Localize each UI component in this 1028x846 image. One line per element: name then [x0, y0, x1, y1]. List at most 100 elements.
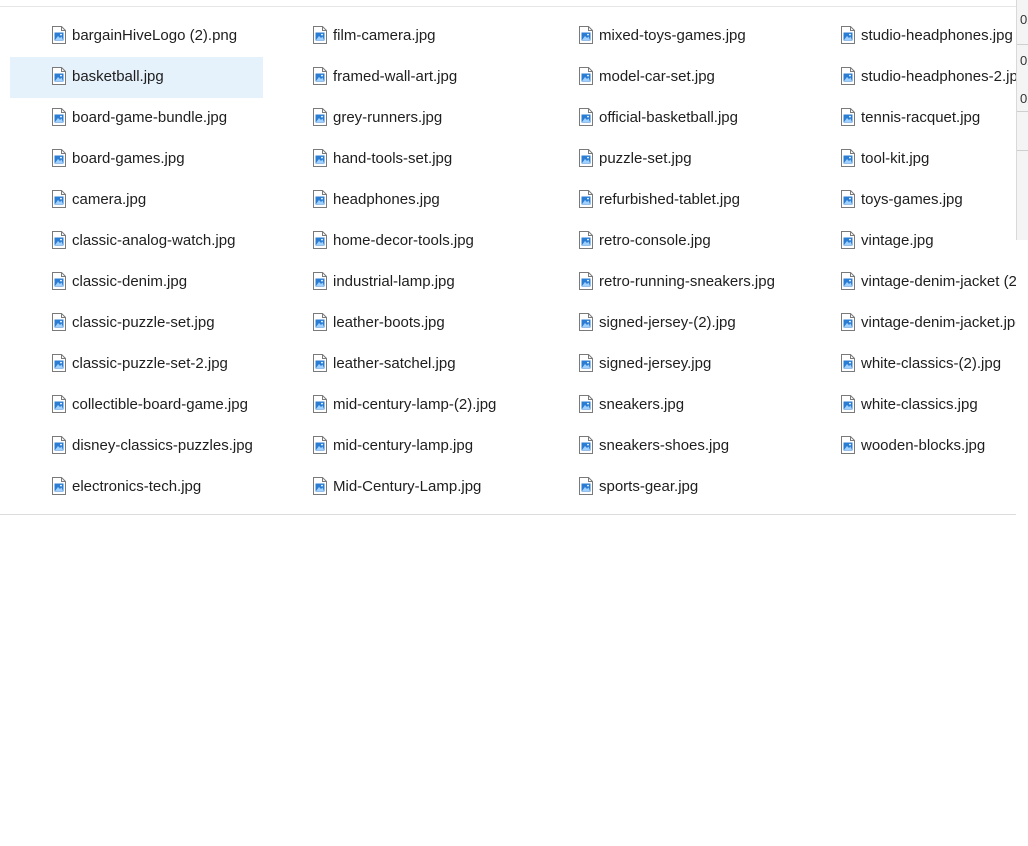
file-item[interactable]: puzzle-set.jpg: [529, 139, 786, 180]
file-item[interactable]: camera.jpg: [10, 180, 263, 221]
image-file-icon: [313, 231, 327, 249]
file-name: grey-runners.jpg: [333, 109, 443, 126]
file-name: vintage-denim-jacket (2).jpg: [861, 273, 1016, 290]
file-item[interactable]: tool-kit.jpg: [786, 139, 1016, 180]
file-item[interactable]: vintage-denim-jacket.jpg: [786, 303, 1016, 344]
file-item[interactable]: white-classics-(2).jpg: [786, 344, 1016, 385]
image-file-icon: [313, 436, 327, 454]
image-file-icon: [52, 477, 66, 495]
file-name: electronics-tech.jpg: [72, 478, 202, 495]
file-item[interactable]: classic-analog-watch.jpg: [10, 221, 263, 262]
file-item[interactable]: mid-century-lamp.jpg: [263, 426, 529, 467]
file-item[interactable]: vintage.jpg: [786, 221, 1016, 262]
image-file-icon: [841, 354, 855, 372]
file-name: film-camera.jpg: [333, 27, 436, 44]
edge-fragment: 02: [1020, 12, 1028, 27]
file-name: tool-kit.jpg: [861, 150, 930, 167]
file-name: headphones.jpg: [333, 191, 440, 208]
file-item[interactable]: signed-jersey-(2).jpg: [529, 303, 786, 344]
file-name: sneakers-shoes.jpg: [599, 437, 730, 454]
file-item[interactable]: board-games.jpg: [10, 139, 263, 180]
file-name: sports-gear.jpg: [599, 478, 699, 495]
file-item[interactable]: refurbished-tablet.jpg: [529, 180, 786, 221]
image-file-icon: [579, 477, 593, 495]
image-file-icon: [579, 395, 593, 413]
file-name: disney-classics-puzzles.jpg: [72, 437, 253, 454]
file-item[interactable]: film-camera.jpg: [263, 16, 529, 57]
file-name: retro-console.jpg: [599, 232, 711, 249]
image-file-icon: [313, 149, 327, 167]
file-item[interactable]: leather-satchel.jpg: [263, 344, 529, 385]
image-file-icon: [313, 26, 327, 44]
file-item[interactable]: white-classics.jpg: [786, 385, 1016, 426]
file-name: signed-jersey.jpg: [599, 355, 712, 372]
file-item[interactable]: mid-century-lamp-(2).jpg: [263, 385, 529, 426]
file-name: sneakers.jpg: [599, 396, 685, 413]
file-item[interactable]: bargainHiveLogo (2).png: [10, 16, 263, 57]
file-item[interactable]: tennis-racquet.jpg: [786, 98, 1016, 139]
file-item[interactable]: Mid-Century-Lamp.jpg: [263, 467, 529, 508]
image-file-icon: [313, 272, 327, 290]
file-item[interactable]: classic-puzzle-set.jpg: [10, 303, 263, 344]
file-item[interactable]: retro-running-sneakers.jpg: [529, 262, 786, 303]
file-item[interactable]: disney-classics-puzzles.jpg: [10, 426, 263, 467]
image-file-icon: [579, 26, 593, 44]
file-item[interactable]: toys-games.jpg: [786, 180, 1016, 221]
file-item[interactable]: leather-boots.jpg: [263, 303, 529, 344]
file-item[interactable]: board-game-bundle.jpg: [10, 98, 263, 139]
file-item[interactable]: official-basketball.jpg: [529, 98, 786, 139]
file-item[interactable]: mixed-toys-games.jpg: [529, 16, 786, 57]
file-list: bargainHiveLogo (2).png basketball.jpg boa…: [10, 16, 1016, 508]
file-item[interactable]: model-car-set.jpg: [529, 57, 786, 98]
file-name: white-classics-(2).jpg: [861, 355, 1002, 372]
file-item[interactable]: studio-headphones.jpg: [786, 16, 1016, 57]
file-name: retro-running-sneakers.jpg: [599, 273, 775, 290]
file-name: home-decor-tools.jpg: [333, 232, 474, 249]
file-item[interactable]: industrial-lamp.jpg: [263, 262, 529, 303]
file-item[interactable]: basketball.jpg: [10, 57, 263, 98]
image-file-icon: [841, 26, 855, 44]
file-item[interactable]: classic-denim.jpg: [10, 262, 263, 303]
file-name: vintage.jpg: [861, 232, 934, 249]
file-item[interactable]: signed-jersey.jpg: [529, 344, 786, 385]
file-item[interactable]: grey-runners.jpg: [263, 98, 529, 139]
file-name: classic-puzzle-set-2.jpg: [72, 355, 228, 372]
file-item[interactable]: classic-puzzle-set-2.jpg: [10, 344, 263, 385]
file-name: leather-boots.jpg: [333, 314, 445, 331]
file-item[interactable]: sports-gear.jpg: [529, 467, 786, 508]
file-name: vintage-denim-jacket.jpg: [861, 314, 1016, 331]
file-item[interactable]: headphones.jpg: [263, 180, 529, 221]
image-file-icon: [52, 436, 66, 454]
image-file-icon: [52, 395, 66, 413]
image-file-icon: [579, 190, 593, 208]
image-file-icon: [313, 354, 327, 372]
image-file-icon: [313, 190, 327, 208]
file-name: Mid-Century-Lamp.jpg: [333, 478, 482, 495]
file-item[interactable]: electronics-tech.jpg: [10, 467, 263, 508]
file-name: industrial-lamp.jpg: [333, 273, 455, 290]
file-item[interactable]: collectible-board-game.jpg: [10, 385, 263, 426]
file-name: framed-wall-art.jpg: [333, 68, 458, 85]
file-name: bargainHiveLogo (2).png: [72, 27, 238, 44]
file-item[interactable]: wooden-blocks.jpg: [786, 426, 1016, 467]
file-name: mid-century-lamp-(2).jpg: [333, 396, 497, 413]
file-item[interactable]: vintage-denim-jacket (2).jpg: [786, 262, 1016, 303]
image-file-icon: [579, 149, 593, 167]
file-name: toys-games.jpg: [861, 191, 963, 208]
file-list-panel: bargainHiveLogo (2).png basketball.jpg boa…: [0, 0, 1016, 515]
file-item[interactable]: sneakers.jpg: [529, 385, 786, 426]
image-file-icon: [579, 272, 593, 290]
file-item[interactable]: retro-console.jpg: [529, 221, 786, 262]
file-item[interactable]: hand-tools-set.jpg: [263, 139, 529, 180]
file-item[interactable]: sneakers-shoes.jpg: [529, 426, 786, 467]
file-name: signed-jersey-(2).jpg: [599, 314, 736, 331]
image-file-icon: [841, 67, 855, 85]
file-name: official-basketball.jpg: [599, 109, 738, 126]
file-name: leather-satchel.jpg: [333, 355, 456, 372]
file-item[interactable]: framed-wall-art.jpg: [263, 57, 529, 98]
file-item[interactable]: home-decor-tools.jpg: [263, 221, 529, 262]
image-file-icon: [841, 108, 855, 126]
file-name: board-games.jpg: [72, 150, 185, 167]
image-file-icon: [52, 67, 66, 85]
file-item[interactable]: studio-headphones-2.jpg: [786, 57, 1016, 98]
